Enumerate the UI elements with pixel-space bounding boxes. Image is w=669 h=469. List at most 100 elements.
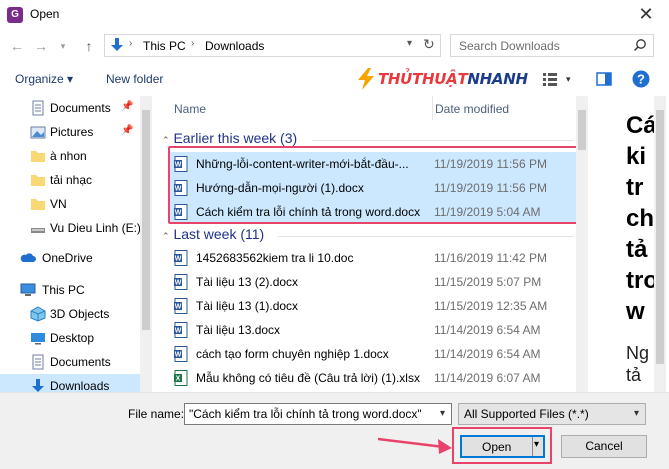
split-divider <box>532 437 533 456</box>
group-divider <box>312 140 574 141</box>
scrollbar-thumb[interactable] <box>578 110 586 150</box>
sidebar-item-label: This PC <box>42 283 85 297</box>
file-row[interactable]: W cách tạo form chuyên nghiệp 1.docx 11/… <box>170 342 576 366</box>
window-title: Open <box>30 7 60 21</box>
sidebar-scrollbar[interactable] <box>140 96 152 392</box>
navigation-bar: ← → ▾ ↑ › This PC › Downloads ▾ ↻ Search… <box>0 30 669 62</box>
open-dropdown-chevron-icon[interactable]: ▾ <box>534 439 539 450</box>
sidebar-item-this-pc[interactable]: This PC <box>0 278 140 302</box>
sidebar-item-label: Documents <box>50 355 111 369</box>
pin-icon: 📌 <box>121 101 134 112</box>
column-divider[interactable] <box>432 96 433 120</box>
organize-button[interactable]: Organize ▾ <box>15 72 73 86</box>
chevron-down-icon[interactable]: ▾ <box>634 408 639 419</box>
file-type-select[interactable]: All Supported Files (*.*) ▾ <box>458 403 646 425</box>
sidebar-item-label: Pictures <box>50 125 94 139</box>
close-icon[interactable]: ✕ <box>631 2 661 26</box>
file-row[interactable]: W Tài liệu 13 (2).docx 11/15/2019 5:07 P… <box>170 270 576 294</box>
logo-text: THỦTHUẬTNHANH <box>378 70 528 88</box>
chevron-down-icon[interactable]: ▾ <box>407 38 412 49</box>
watermark-logo: THỦTHUẬTNHANH <box>356 66 536 92</box>
file-row[interactable]: W Hướng-dẫn-mọi-người (1).docx 11/19/201… <box>170 176 576 200</box>
scrollbar-thumb[interactable] <box>142 110 150 330</box>
word-document-icon: W <box>174 322 188 338</box>
toolbar: Organize ▾ New folder THỦTHUẬTNHANH ▾ ? <box>0 62 669 96</box>
file-name-label: File name: <box>128 407 185 421</box>
open-button[interactable]: Open ▾ <box>460 435 545 458</box>
file-row[interactable]: X Mẫu không có tiêu đề (Câu trả lời) (1)… <box>170 366 576 390</box>
svg-text:?: ? <box>637 72 645 87</box>
sidebar-item-onedrive[interactable]: OneDrive <box>0 246 140 270</box>
sidebar-item-tai-nhac[interactable]: tải nhạc <box>0 168 140 192</box>
group-header-last-week[interactable]: ⌃ Last week (11) <box>162 226 264 242</box>
chevron-down-icon[interactable]: ▾ <box>440 408 445 419</box>
file-row[interactable]: W Cách kiểm tra lỗi chính tả trong word.… <box>170 200 576 224</box>
preview-pane-icon[interactable] <box>596 71 612 87</box>
sidebar-item-label: Documents <box>50 101 111 115</box>
title-bar: G Open ✕ <box>0 0 669 30</box>
search-input[interactable]: Search Downloads <box>450 34 654 57</box>
preview-scrollbar[interactable] <box>654 96 666 392</box>
breadcrumb-this-pc[interactable]: This PC <box>143 39 186 53</box>
sidebar-item-desktop[interactable]: Desktop <box>0 326 140 350</box>
sidebar-item-pictures[interactable]: Pictures 📌 <box>0 120 140 144</box>
help-icon[interactable]: ? <box>632 70 650 88</box>
recent-locations-chevron-icon[interactable]: ▾ <box>54 37 72 55</box>
column-date-header[interactable]: Date modified <box>435 102 509 116</box>
file-row[interactable]: W 1452683562kiem tra li 10.doc 11/16/201… <box>170 246 576 270</box>
back-arrow-icon[interactable]: ← <box>8 37 26 55</box>
sidebar-item-label: à nhon <box>50 149 87 163</box>
svg-text:W: W <box>175 328 182 335</box>
new-folder-button[interactable]: New folder <box>106 72 163 86</box>
sidebar-item-vn[interactable]: VN <box>0 192 140 216</box>
file-name: cách tạo form chuyên nghiệp 1.docx <box>196 347 389 361</box>
preview-body: Ng tả <box>626 343 650 385</box>
desktop-icon <box>31 333 45 345</box>
view-options-icon[interactable] <box>542 71 558 87</box>
open-button-label: Open <box>482 440 512 454</box>
sidebar-item-documents-pinned[interactable]: Documents 📌 <box>0 96 140 120</box>
svg-text:W: W <box>175 304 182 311</box>
file-name-field[interactable]: "Cách kiểm tra lỗi chính tả trong word.d… <box>184 403 452 425</box>
chevron-right-icon[interactable]: › <box>191 38 194 49</box>
svg-text:X: X <box>176 376 181 383</box>
file-row[interactable]: W Tài liệu 13 (1).docx 11/15/2019 12:35 … <box>170 294 576 318</box>
address-bar[interactable]: › This PC › Downloads ▾ ↻ <box>104 34 441 57</box>
cloud-icon <box>20 253 36 262</box>
excel-spreadsheet-icon: X <box>174 370 188 386</box>
file-row[interactable]: W Tài liệu 13.docx 11/14/2019 6:54 AM <box>170 318 576 342</box>
file-date: 11/16/2019 11:42 PM <box>434 251 547 265</box>
sidebar-item-label: Vu Dieu Linh (E:) <box>50 221 141 235</box>
view-dropdown-chevron-icon[interactable]: ▾ <box>566 74 571 85</box>
sidebar-item-downloads[interactable]: Downloads <box>0 374 140 392</box>
file-date: 11/19/2019 5:04 AM <box>434 205 541 219</box>
up-arrow-icon[interactable]: ↑ <box>80 37 98 55</box>
cancel-button[interactable]: Cancel <box>561 435 647 458</box>
file-row[interactable]: W Những-lỗi-content-writer-mới-bắt-đầu-.… <box>170 152 576 176</box>
sidebar-item-3d-objects[interactable]: 3D Objects <box>0 302 140 326</box>
documents-icon <box>32 100 44 116</box>
sidebar-item-a-nhon[interactable]: à nhon <box>0 144 140 168</box>
file-list-scrollbar[interactable] <box>576 96 588 392</box>
refresh-icon[interactable]: ↻ <box>423 36 435 53</box>
sidebar-item-drive-e[interactable]: Vu Dieu Linh (E:) <box>0 216 141 240</box>
cube-icon <box>30 306 46 322</box>
word-document-icon: W <box>174 156 188 172</box>
file-name: Hướng-dẫn-mọi-người (1).docx <box>196 181 364 195</box>
folder-icon <box>31 151 45 162</box>
column-name-header[interactable]: Name <box>174 102 206 116</box>
scrollbar-thumb[interactable] <box>656 110 664 364</box>
forward-arrow-icon[interactable]: → <box>32 37 50 55</box>
sidebar-item-documents[interactable]: Documents <box>0 350 140 374</box>
file-type-value: All Supported Files (*.*) <box>464 407 589 421</box>
chevron-right-icon[interactable]: › <box>129 38 132 49</box>
file-name: Tài liệu 13 (2).docx <box>196 275 299 289</box>
file-name: Cách kiểm tra lỗi chính tả trong word.do… <box>196 205 421 219</box>
download-icon <box>32 379 44 392</box>
group-header-earlier-this-week[interactable]: ⌃ Earlier this week (3) <box>162 130 297 146</box>
file-date: 11/15/2019 12:35 AM <box>434 299 548 313</box>
file-name: Tài liệu 13 (1).docx <box>196 299 299 313</box>
download-folder-icon <box>111 38 123 51</box>
breadcrumb-downloads[interactable]: Downloads <box>205 39 264 53</box>
file-name: Mẫu không có tiêu đề (Câu trả lời) (1).x… <box>196 371 420 385</box>
